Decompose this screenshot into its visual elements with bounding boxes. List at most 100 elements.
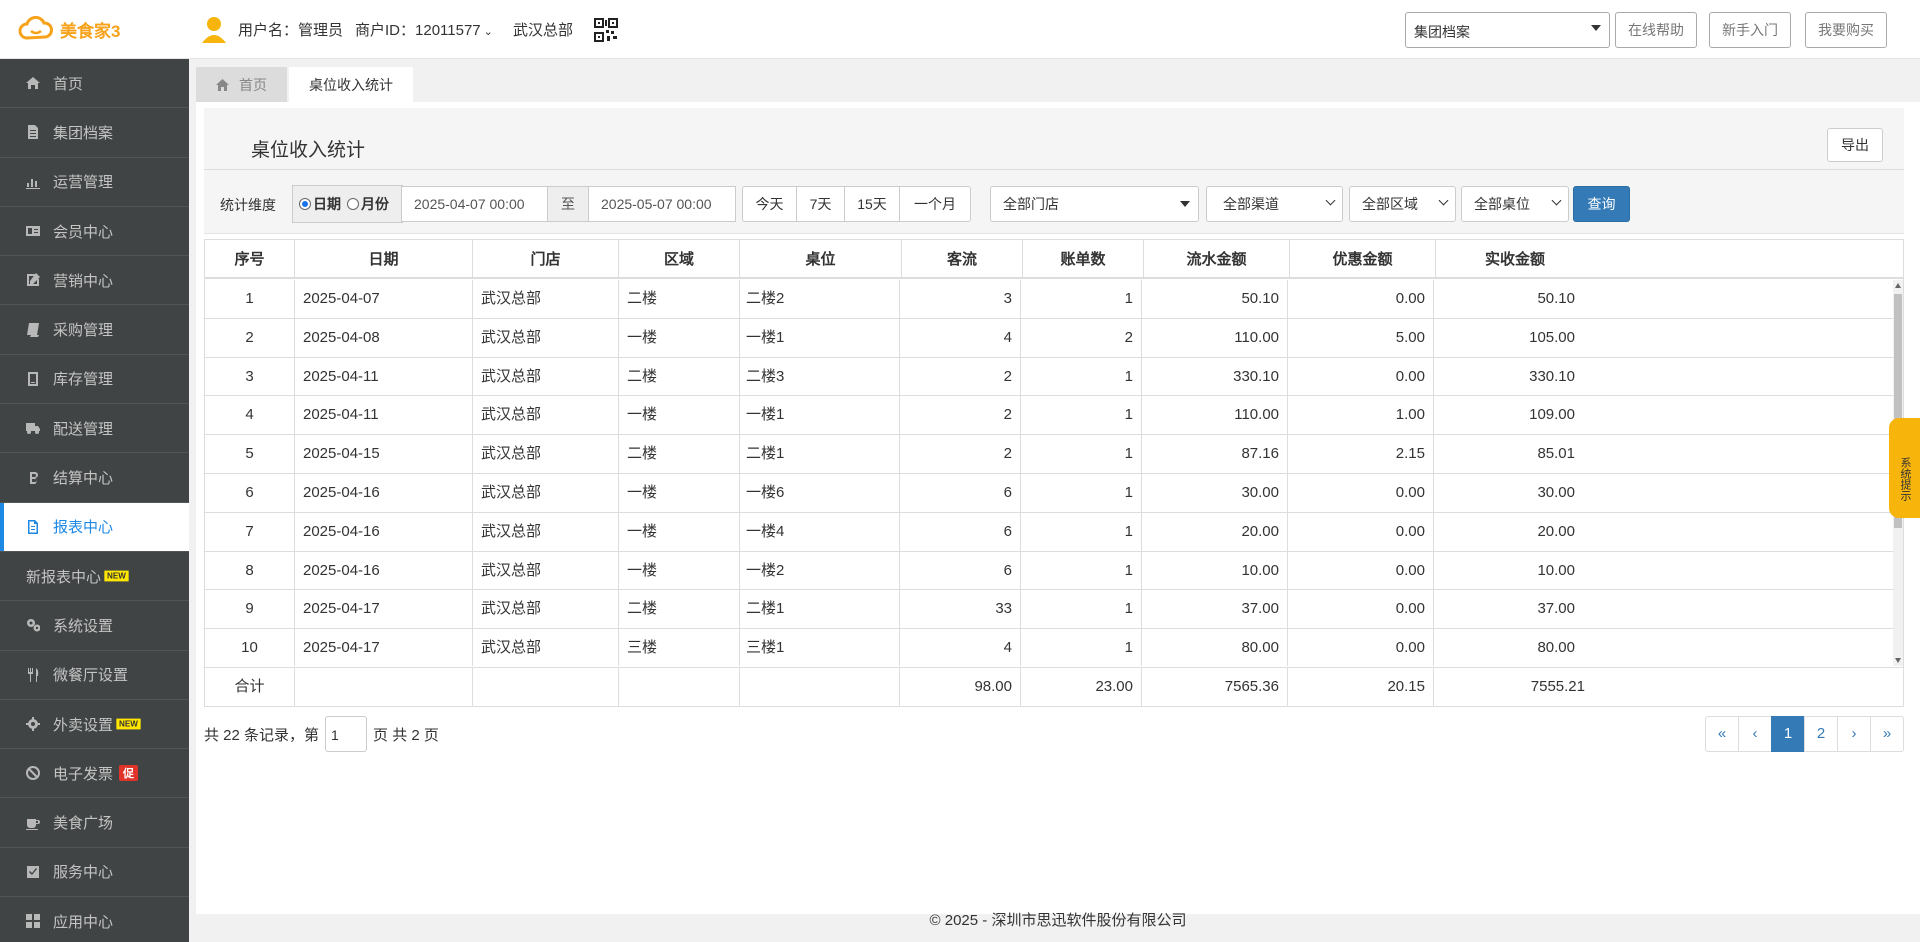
page-number-input[interactable]: 1 xyxy=(325,716,368,752)
sidebar-item-10[interactable]: 新报表中心 NEW xyxy=(0,552,189,602)
channel-select[interactable]: 全部渠道 xyxy=(1206,186,1343,222)
sidebar-item-11[interactable]: 系统设置 xyxy=(0,601,189,651)
cup-icon xyxy=(26,818,40,830)
archive-select[interactable]: 集团档案 xyxy=(1405,12,1610,48)
table-cell: 三楼 xyxy=(619,629,740,666)
purchase-button[interactable]: 我要购买 xyxy=(1805,12,1887,48)
beginner-guide-button[interactable]: 新手入门 xyxy=(1709,12,1791,48)
date-to-input[interactable]: 2025-05-07 00:00 xyxy=(588,186,736,222)
chevron-down-icon xyxy=(1325,195,1336,206)
sidebar-item-17[interactable]: 应用中心 xyxy=(0,897,189,942)
current-store: 武汉总部 xyxy=(513,22,574,39)
page-1-button[interactable]: 1 xyxy=(1771,716,1805,752)
table-cell: 一楼 xyxy=(619,318,740,357)
first-page-button[interactable]: « xyxy=(1705,716,1739,752)
last-page-button[interactable]: » xyxy=(1870,716,1904,752)
table-row[interactable]: 4 2025-04-11 武汉总部 一楼 一楼1 2 1 110.00 1.00 109.00 xyxy=(205,396,1893,436)
prev-page-button[interactable]: ‹ xyxy=(1738,716,1772,752)
table-cell: 2025-04-11 xyxy=(295,357,473,396)
tab-table-income[interactable]: 桌位收入统计 xyxy=(289,67,413,102)
sidebar-item-16[interactable]: 服务中心 xyxy=(0,848,189,898)
table-cell: 2.15 xyxy=(1288,435,1434,474)
chevron-down-icon: ⌄ xyxy=(483,26,493,38)
radio-day[interactable]: 日期 xyxy=(299,194,341,214)
table-cell: 一楼6 xyxy=(738,474,900,512)
qr-code-icon[interactable] xyxy=(594,18,618,42)
15days-button[interactable]: 15天 xyxy=(844,186,900,222)
table-cell: 2025-04-11 xyxy=(295,396,473,435)
table-cell: 85.01 xyxy=(1537,445,1575,463)
scroll-down-icon[interactable] xyxy=(1895,658,1901,663)
sidebar-item-13[interactable]: 外卖设置 NEW xyxy=(0,700,189,750)
sidebar-item-label: 系统设置 xyxy=(53,617,114,635)
filter-bar: 统计维度 日期 月份 2025-04-07 00:00 至 2025-05-07… xyxy=(204,170,1904,234)
table-cell: 二楼 xyxy=(619,435,740,474)
tab-home[interactable]: 首页 xyxy=(196,67,287,102)
user-info[interactable]: 用户名：管理员 商户ID：12011577 ⌄ xyxy=(238,19,493,40)
dimension-radio-group: 日期 月份 xyxy=(292,185,403,223)
scroll-up-icon[interactable] xyxy=(1895,283,1901,288)
query-button[interactable]: 查询 xyxy=(1573,186,1630,222)
table-cell: 1 xyxy=(1021,357,1142,396)
sidebar-item-7[interactable]: 配送管理 xyxy=(0,404,189,454)
table-cell: 2025-04-16 xyxy=(295,512,473,551)
merchant-id[interactable]: 商户ID：12011577 ⌄ xyxy=(355,19,493,40)
total-cell xyxy=(295,668,473,706)
table-cell: 50.10 xyxy=(1142,280,1288,318)
store-select[interactable]: 全部门店 xyxy=(990,186,1199,222)
table-cell: 二楼 xyxy=(619,590,740,629)
sidebar-item-4[interactable]: 营销中心 xyxy=(0,256,189,306)
sidebar-item-2[interactable]: 运营管理 xyxy=(0,158,189,207)
table-cell: 1.00 xyxy=(1288,396,1434,435)
table-select[interactable]: 全部桌位 xyxy=(1461,186,1569,222)
sidebar-item-14[interactable]: 电子发票促 xyxy=(0,749,189,799)
table-cell: 0.00 xyxy=(1288,551,1434,590)
sidebar-item-15[interactable]: 美食广场 xyxy=(0,798,189,848)
new-badge: NEW xyxy=(116,718,141,730)
table-row[interactable]: 2 2025-04-08 武汉总部 一楼 一楼1 4 2 110.00 5.00 105.00 xyxy=(205,318,1893,358)
apps-icon xyxy=(26,914,40,929)
table-row[interactable]: 7 2025-04-16 武汉总部 一楼 一楼4 6 1 20.00 0.00 20.00 xyxy=(205,512,1893,552)
one-month-button[interactable]: 一个月 xyxy=(899,186,971,222)
sidebar-item-8[interactable]: 结算中心 xyxy=(0,453,189,503)
sidebar-item-6[interactable]: 库存管理 xyxy=(0,355,189,405)
table-row[interactable]: 10 2025-04-17 武汉总部 三楼 三楼1 4 1 80.00 0.00 80.00 xyxy=(205,629,1893,666)
truck-icon xyxy=(26,423,40,435)
table-row[interactable]: 8 2025-04-16 武汉总部 一楼 一楼2 6 1 10.00 0.00 10.00 xyxy=(205,551,1893,591)
sidebar-item-1[interactable]: 集团档案 xyxy=(0,108,189,158)
online-help-button[interactable]: 在线帮助 xyxy=(1615,12,1697,48)
table-row[interactable]: 3 2025-04-11 武汉总部 二楼 二楼3 2 1 330.10 0.00 330.10 xyxy=(205,357,1893,397)
table-cell: 1 xyxy=(1021,551,1142,590)
export-button[interactable]: 导出 xyxy=(1827,128,1883,162)
table-row[interactable]: 1 2025-04-07 武汉总部 二楼 二楼2 3 1 50.10 0.00 50.10 xyxy=(205,280,1893,319)
page-2-button[interactable]: 2 xyxy=(1804,716,1838,752)
logo[interactable]: 美食家3 xyxy=(18,14,120,44)
table-cell: 37.00 xyxy=(1142,590,1288,629)
sidebar-item-label: 运营管理 xyxy=(53,174,114,192)
table-cell: 武汉总部 xyxy=(473,435,619,474)
sidebar-item-9[interactable]: 报表中心 xyxy=(0,502,189,552)
system-tip-tab[interactable]: 系统提示 xyxy=(1889,418,1920,518)
sidebar-item-3[interactable]: 会员中心 xyxy=(0,207,189,257)
sidebar-item-label: 微餐厅设置 xyxy=(53,667,129,685)
table-cell: 二楼1 xyxy=(738,590,900,629)
date-from-input[interactable]: 2025-04-07 00:00 xyxy=(401,186,548,222)
area-select[interactable]: 全部区域 xyxy=(1349,186,1456,222)
table-cell: 1 xyxy=(1021,396,1142,435)
table-cell: 2025-04-17 xyxy=(295,629,473,666)
table-cell: 2025-04-16 xyxy=(295,474,473,512)
table-row[interactable]: 6 2025-04-16 武汉总部 一楼 一楼6 6 1 30.00 0.00 30.00 xyxy=(205,474,1893,513)
cutlery-icon xyxy=(28,667,39,682)
radio-month[interactable]: 月份 xyxy=(347,194,389,214)
sidebar-item-0[interactable]: 首页 xyxy=(0,59,189,109)
gears-icon xyxy=(27,619,40,632)
next-page-button[interactable]: › xyxy=(1837,716,1871,752)
sidebar-item-5[interactable]: 采购管理 xyxy=(0,305,189,355)
table-row[interactable]: 9 2025-04-17 武汉总部 二楼 二楼1 33 1 37.00 0.00 37.00 xyxy=(205,590,1893,630)
table-cell: 2025-04-07 xyxy=(295,280,473,318)
sidebar-item-12[interactable]: 微餐厅设置 xyxy=(0,651,189,700)
today-button[interactable]: 今天 xyxy=(742,186,797,222)
record-count: 共 22 条记录，第 xyxy=(204,726,320,744)
7days-button[interactable]: 7天 xyxy=(796,186,845,222)
table-row[interactable]: 5 2025-04-15 武汉总部 二楼 二楼1 2 1 87.16 2.15 85.01 xyxy=(205,435,1893,474)
